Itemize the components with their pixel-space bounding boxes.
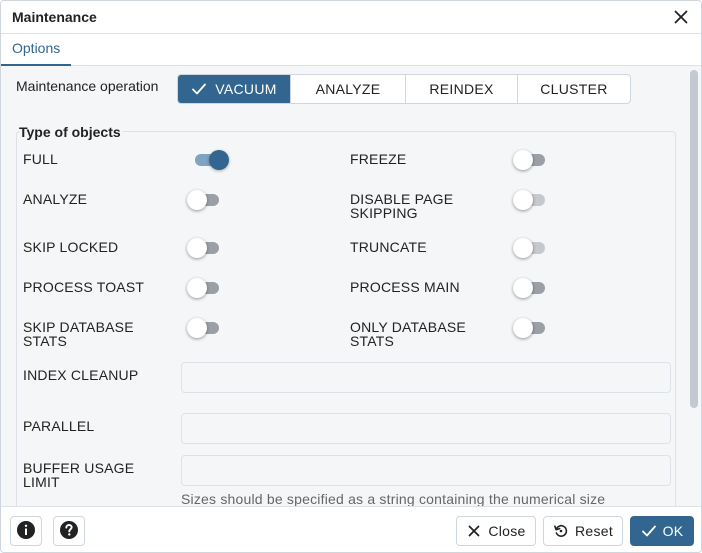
reset-icon — [553, 523, 569, 539]
tab-options[interactable]: Options — [1, 34, 72, 66]
buffer-usage-limit-label: BUFFER USAGE LIMIT — [23, 460, 135, 490]
info-button[interactable] — [10, 516, 42, 546]
operation-analyze-label: ANALYZE — [315, 81, 381, 97]
maintenance-operation-label: Maintenance operation — [16, 78, 159, 94]
skip-database-stats-toggle[interactable] — [187, 316, 229, 340]
options-panel: Maintenance operation VACUUM ANALYZE REI… — [1, 66, 687, 506]
buffer-usage-hint: Sizes should be specified as a string co… — [181, 491, 606, 506]
check-icon — [191, 81, 207, 97]
freeze-label: FREEZE — [350, 151, 407, 167]
close-button[interactable]: Close — [456, 516, 536, 546]
check-icon — [641, 523, 657, 539]
operation-cluster-label: CLUSTER — [540, 81, 608, 97]
buffer-usage-limit-input[interactable] — [181, 455, 671, 486]
process-main-label: PROCESS MAIN — [350, 279, 460, 295]
index-cleanup-select[interactable] — [181, 362, 671, 393]
skip-locked-toggle[interactable] — [187, 236, 229, 260]
skip-database-stats-label: SKIP DATABASE STATS — [23, 319, 134, 349]
process-toast-toggle[interactable] — [187, 276, 229, 300]
scrollbar-thumb[interactable] — [690, 70, 698, 408]
disable-page-skipping-label: DISABLE PAGE SKIPPING — [350, 191, 454, 221]
reset-button[interactable]: Reset — [543, 516, 623, 546]
close-button-label: Close — [488, 523, 526, 539]
disable-page-skipping-toggle[interactable] — [513, 188, 555, 212]
truncate-toggle[interactable] — [513, 236, 555, 260]
only-database-stats-toggle[interactable] — [513, 316, 555, 340]
skip-locked-label: SKIP LOCKED — [23, 239, 119, 255]
operation-cluster-button[interactable]: CLUSTER — [517, 75, 630, 103]
type-of-objects-legend: Type of objects — [19, 124, 123, 140]
tab-bar: Options — [1, 34, 701, 66]
operation-analyze-button[interactable]: ANALYZE — [290, 75, 405, 103]
vertical-scrollbar[interactable] — [687, 66, 701, 506]
operation-reindex-label: REINDEX — [429, 81, 494, 97]
reset-button-label: Reset — [574, 523, 614, 539]
close-icon — [466, 523, 482, 539]
truncate-label: TRUNCATE — [350, 239, 427, 255]
operation-reindex-button[interactable]: REINDEX — [405, 75, 517, 103]
full-toggle[interactable] — [193, 148, 233, 172]
process-toast-label: PROCESS TOAST — [23, 279, 145, 295]
operation-vacuum-label: VACUUM — [215, 81, 277, 97]
parallel-label: PARALLEL — [23, 418, 95, 434]
analyze-label: ANALYZE — [23, 191, 88, 207]
index-cleanup-label: INDEX CLEANUP — [23, 367, 139, 383]
info-icon — [16, 520, 36, 543]
dialog-footer: Close Reset OK — [1, 506, 701, 552]
parallel-input[interactable] — [181, 413, 671, 444]
process-main-toggle[interactable] — [513, 276, 555, 300]
full-label: FULL — [23, 151, 59, 167]
close-icon[interactable] — [671, 7, 691, 27]
maintenance-dialog: Maintenance Options Maintenance operatio… — [0, 0, 702, 553]
help-button[interactable] — [53, 516, 85, 546]
only-database-stats-label: ONLY DATABASE STATS — [350, 319, 466, 349]
ok-button[interactable]: OK — [630, 516, 694, 546]
dialog-titlebar: Maintenance — [1, 1, 701, 34]
dialog-title: Maintenance — [12, 9, 97, 25]
operation-vacuum-button[interactable]: VACUUM — [178, 75, 290, 103]
help-icon — [59, 520, 79, 543]
freeze-toggle[interactable] — [513, 148, 555, 172]
ok-button-label: OK — [662, 523, 684, 539]
operation-selector: VACUUM ANALYZE REINDEX CLUSTER — [177, 74, 631, 104]
analyze-toggle[interactable] — [187, 188, 229, 212]
